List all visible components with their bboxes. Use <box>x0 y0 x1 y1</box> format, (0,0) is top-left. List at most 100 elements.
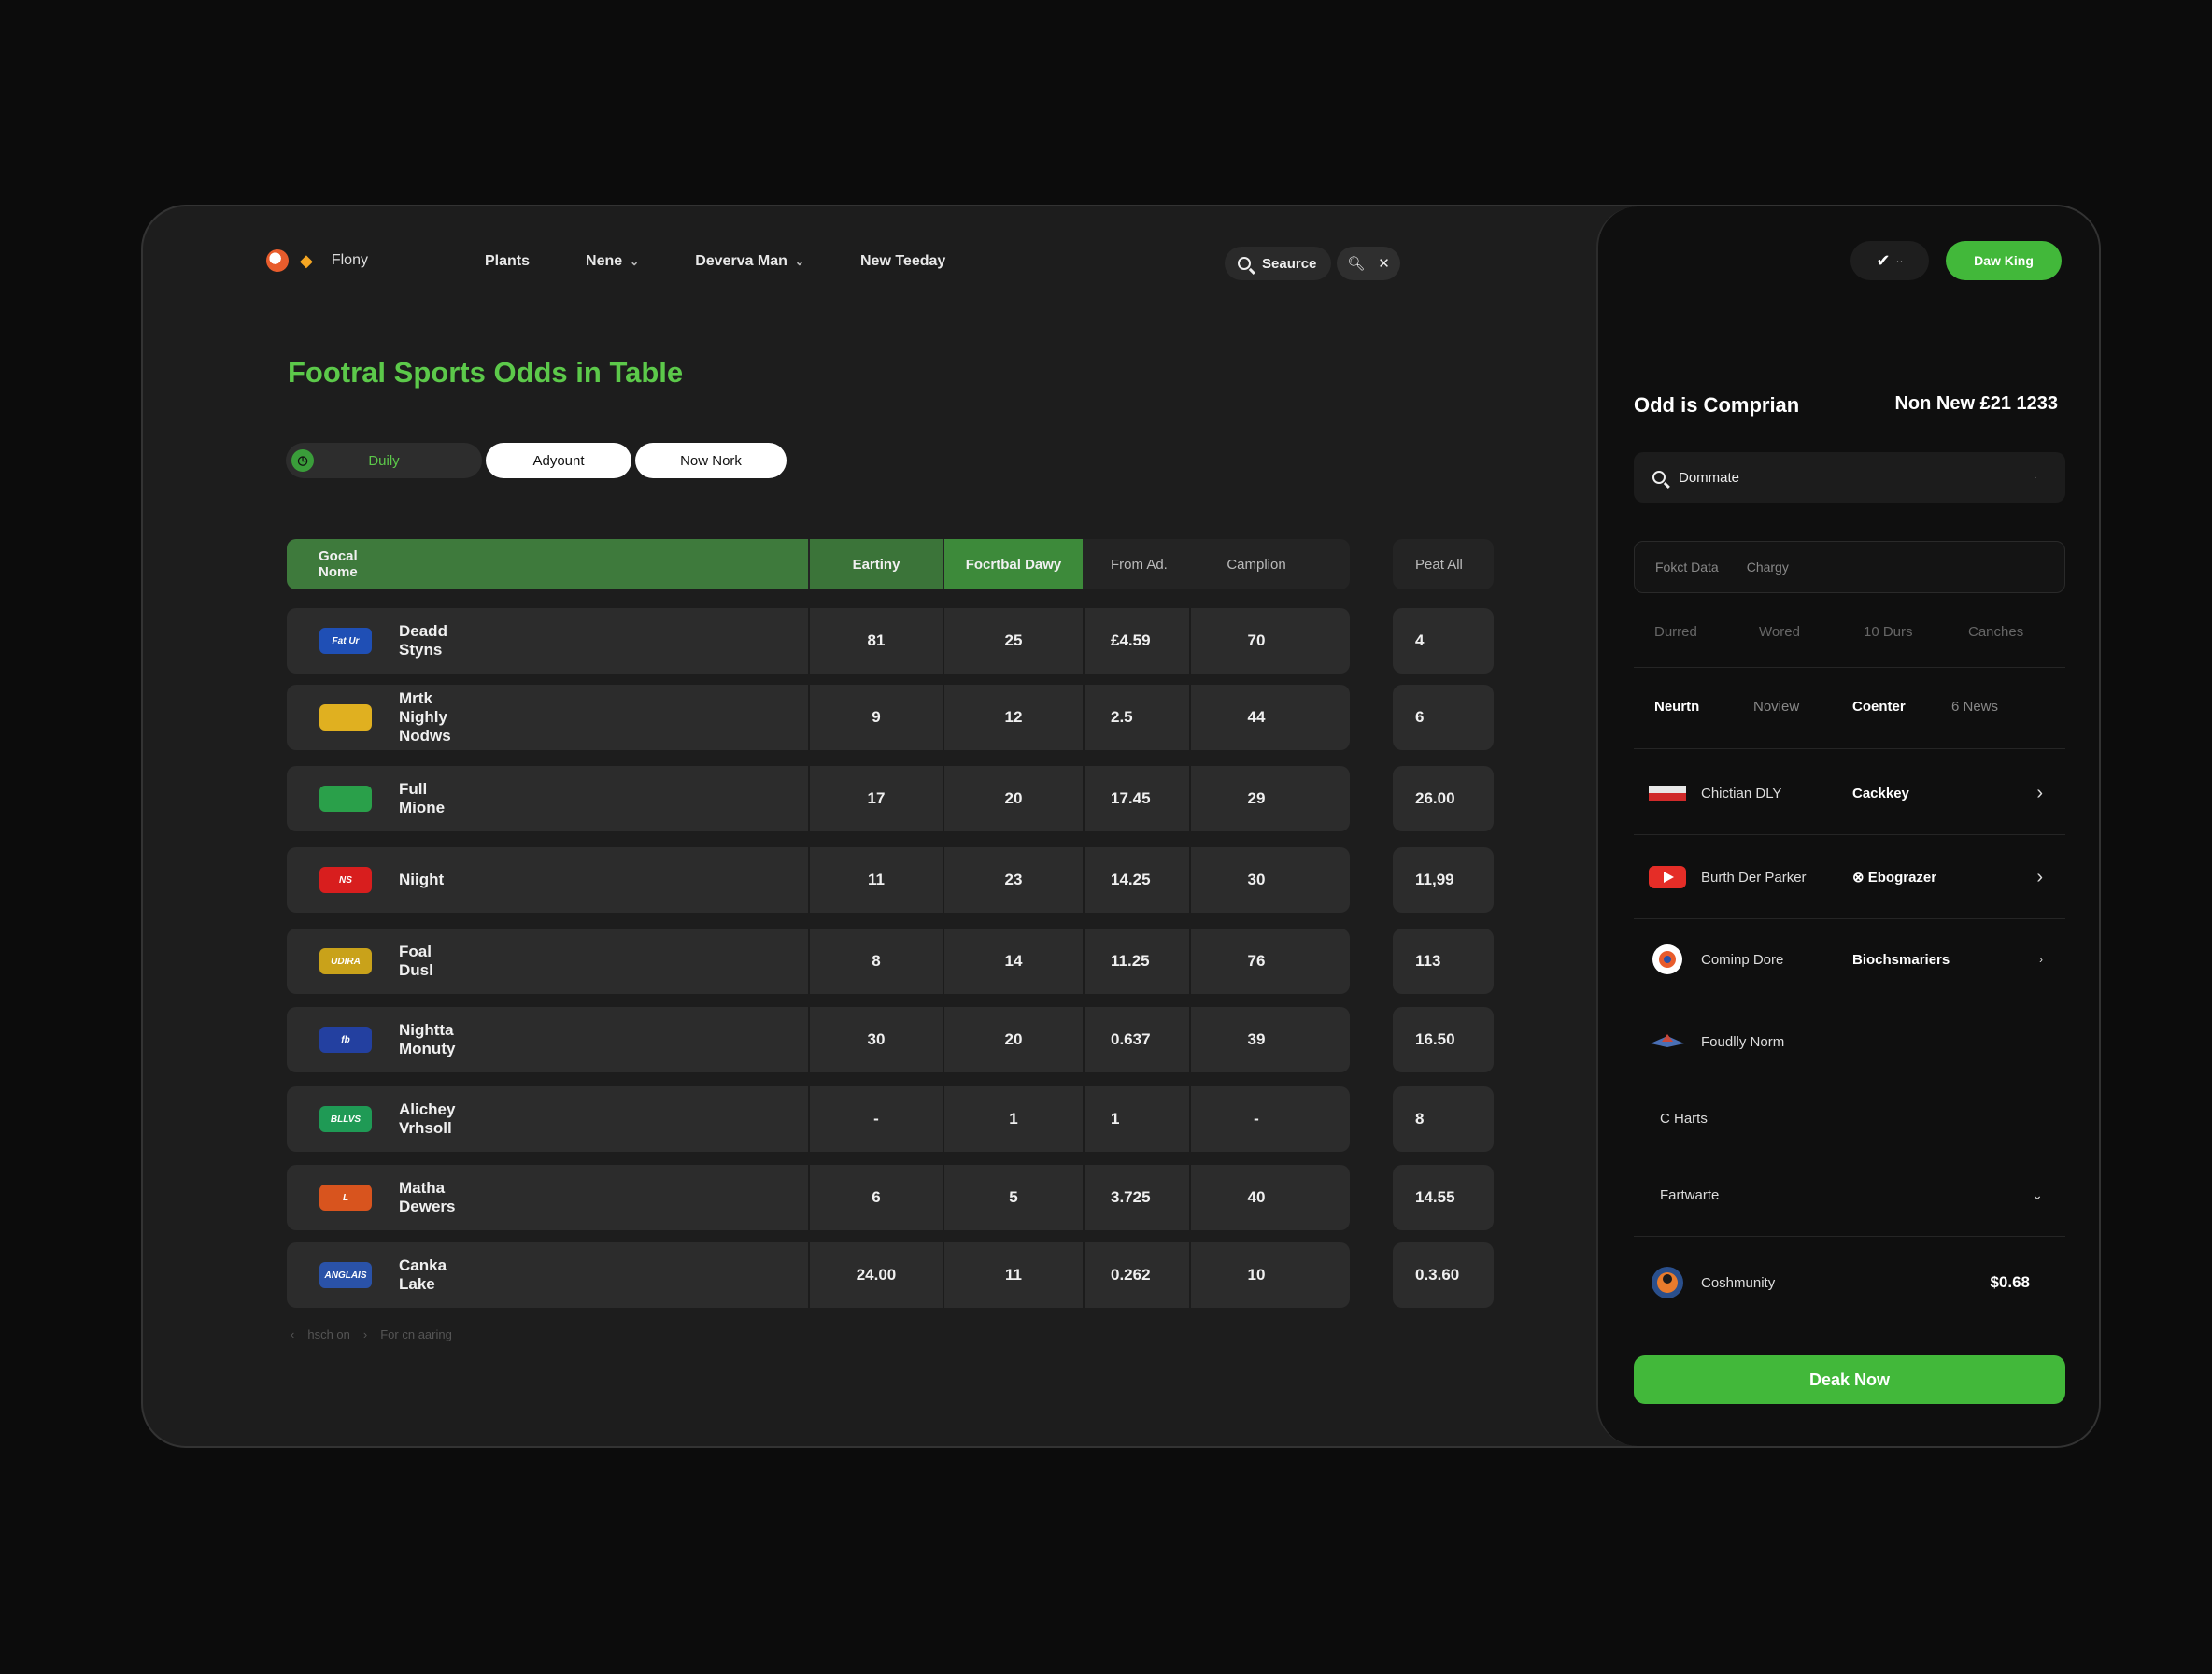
odds-cell[interactable]: 2.5 <box>1085 685 1191 750</box>
tab-fokct-data[interactable]: Fokct Data <box>1655 560 1719 575</box>
confirm-toggle[interactable]: ✔ ·· <box>1850 241 1929 280</box>
brand-name: Flony <box>331 252 368 268</box>
odds-cell[interactable]: 76 <box>1191 929 1322 994</box>
odds-cell[interactable]: 6 <box>1393 685 1494 750</box>
prev-icon[interactable]: ‹ <box>291 1327 294 1341</box>
odds-cell[interactable]: 14.25 <box>1085 847 1191 913</box>
odds-cell[interactable]: 113 <box>1393 929 1494 994</box>
nav-item-nene[interactable]: Nene ⌄ <box>586 253 639 270</box>
odds-cell[interactable]: 30 <box>1191 847 1322 913</box>
odds-cell[interactable]: 20 <box>944 1007 1083 1072</box>
brand[interactable]: ◆ Flony <box>266 249 368 272</box>
odds-cell[interactable]: 25 <box>944 608 1083 674</box>
flame-icon: ◆ <box>300 250 313 270</box>
odds-cell[interactable]: 11,99 <box>1393 847 1494 913</box>
odds-cell[interactable]: 39 <box>1191 1007 1322 1072</box>
odds-cell[interactable]: 4 <box>1393 608 1494 674</box>
odds-cell[interactable]: 11 <box>944 1242 1083 1308</box>
club-crest-icon <box>1649 944 1686 974</box>
panel-title: Odd is Comprian <box>1634 393 1800 417</box>
header-team-name[interactable]: Gocal Nome <box>319 539 358 589</box>
list-item[interactable]: C Harts <box>1634 1090 2065 1146</box>
odds-cell[interactable]: 14.55 <box>1393 1165 1494 1230</box>
team-logo-icon: ANGLAIS <box>319 1262 372 1288</box>
header-col-b[interactable]: Focrtbal Dawy <box>944 539 1083 589</box>
nav-item-plants[interactable]: Plants <box>485 253 530 270</box>
odds-cell[interactable]: 11.25 <box>1085 929 1191 994</box>
odds-cell[interactable]: - <box>1191 1086 1322 1152</box>
next-icon[interactable]: › <box>363 1327 367 1341</box>
odds-cell[interactable]: 17.45 <box>1085 766 1191 831</box>
list-item[interactable]: Fartwarte ⌄ <box>1634 1167 2065 1223</box>
list-item[interactable]: Burth Der Parker ⊗ Ebograzer › <box>1634 849 2065 905</box>
odds-cell[interactable]: 1 <box>944 1086 1083 1152</box>
odds-cell[interactable]: 40 <box>1191 1165 1322 1230</box>
deal-now-button[interactable]: Deak Now <box>1634 1355 2065 1404</box>
odds-cell[interactable]: 9 <box>810 685 943 750</box>
odds-cell[interactable]: 30 <box>810 1007 943 1072</box>
chevron-down-icon: ⌄ <box>794 255 804 268</box>
odds-cell[interactable]: 70 <box>1191 608 1322 674</box>
odds-cell[interactable]: 1 <box>1085 1086 1191 1152</box>
odds-cell[interactable]: 5 <box>944 1165 1083 1230</box>
odds-cell[interactable]: 10 <box>1191 1242 1322 1308</box>
search-icon <box>1238 257 1251 270</box>
nav-item-deverva-man[interactable]: Deverva Man ⌄ <box>695 253 804 270</box>
header-col-d[interactable]: Camplion <box>1191 539 1322 589</box>
tab-chargy[interactable]: Chargy <box>1747 560 1789 575</box>
team-logo-icon <box>319 786 372 812</box>
top-nav: Plants Nene ⌄ Deverva Man ⌄ New Teeday <box>485 253 945 270</box>
odds-cell[interactable]: 3.725 <box>1085 1165 1191 1230</box>
odds-cell[interactable]: 14 <box>944 929 1083 994</box>
header-col-a[interactable]: Eartiny <box>810 539 943 589</box>
odds-cell[interactable]: 0.3.60 <box>1393 1242 1494 1308</box>
zoom-icon[interactable]: 🔍︎ <box>1347 255 1365 272</box>
search-chip[interactable]: 🔍︎ ✕ <box>1337 247 1400 280</box>
close-icon[interactable]: ✕ <box>1378 255 1390 272</box>
team-name: Alichey Vrhsoll <box>399 1100 456 1137</box>
list-item[interactable]: Cominp Dore Biochsmariers › <box>1634 931 2065 987</box>
odds-cell[interactable]: 8 <box>1393 1086 1494 1152</box>
top-cta-button[interactable]: Daw King <box>1946 241 2062 280</box>
odds-cell[interactable]: 44 <box>1191 685 1322 750</box>
odds-cell[interactable]: 20 <box>944 766 1083 831</box>
plane-icon <box>1649 1029 1686 1055</box>
team-name: Niight <box>399 871 445 888</box>
odds-cell[interactable]: 24.00 <box>810 1242 943 1308</box>
chevron-down-icon: ⌄ <box>630 255 640 268</box>
odds-cell[interactable]: 0.262 <box>1085 1242 1191 1308</box>
odds-cell[interactable]: 29 <box>1191 766 1322 831</box>
odds-cell[interactable]: 11 <box>810 847 943 913</box>
odds-cell[interactable]: - <box>810 1086 943 1152</box>
play-icon <box>1649 864 1686 890</box>
odds-cell[interactable]: 6 <box>810 1165 943 1230</box>
header-col-c[interactable]: From Ad. <box>1085 539 1191 589</box>
filter-tabs: ◷ Duily Adyount Now Nork <box>286 443 787 478</box>
chevron-down-icon: ⌄ <box>2032 1186 2043 1202</box>
list-item[interactable]: Chictian DLY Cackkey › <box>1634 765 2065 821</box>
odds-cell[interactable]: 81 <box>810 608 943 674</box>
odds-cell[interactable]: 8 <box>810 929 943 994</box>
odds-cell[interactable]: 0.637 <box>1085 1007 1191 1072</box>
panel-subtabs: Durred Wored 10 Durs Canches <box>1654 624 2024 640</box>
team-name: Mrtk Nighly Nodws <box>399 689 451 745</box>
nav-item-new-teeday[interactable]: New Teeday <box>860 253 945 270</box>
odds-cell[interactable]: 17 <box>810 766 943 831</box>
clock-icon: ◷ <box>291 449 314 472</box>
search-button[interactable]: Seaurce <box>1225 247 1331 280</box>
community-row[interactable]: Coshmunity $0.68 <box>1634 1255 2065 1311</box>
odds-cell[interactable]: 23 <box>944 847 1083 913</box>
panel-total: Non New £21 1233 <box>1894 393 2058 414</box>
header-col-e[interactable]: Peat All <box>1393 539 1494 589</box>
odds-cell[interactable]: £4.59 <box>1085 608 1191 674</box>
odds-cell[interactable]: 16.50 <box>1393 1007 1494 1072</box>
filter-tab-daily[interactable]: ◷ Duily <box>286 443 482 478</box>
odds-cell[interactable]: 12 <box>944 685 1083 750</box>
panel-search-input[interactable]: Dommate · <box>1634 452 2065 503</box>
odds-cell[interactable]: 26.00 <box>1393 766 1494 831</box>
team-name: Foal Dusl <box>399 943 433 979</box>
team-logo-icon: BLLVS <box>319 1106 372 1132</box>
filter-tab-adyount[interactable]: Adyount <box>486 443 631 478</box>
filter-tab-now-nork[interactable]: Now Nork <box>635 443 787 478</box>
list-item[interactable]: Foudlly Norm <box>1634 1014 2065 1070</box>
